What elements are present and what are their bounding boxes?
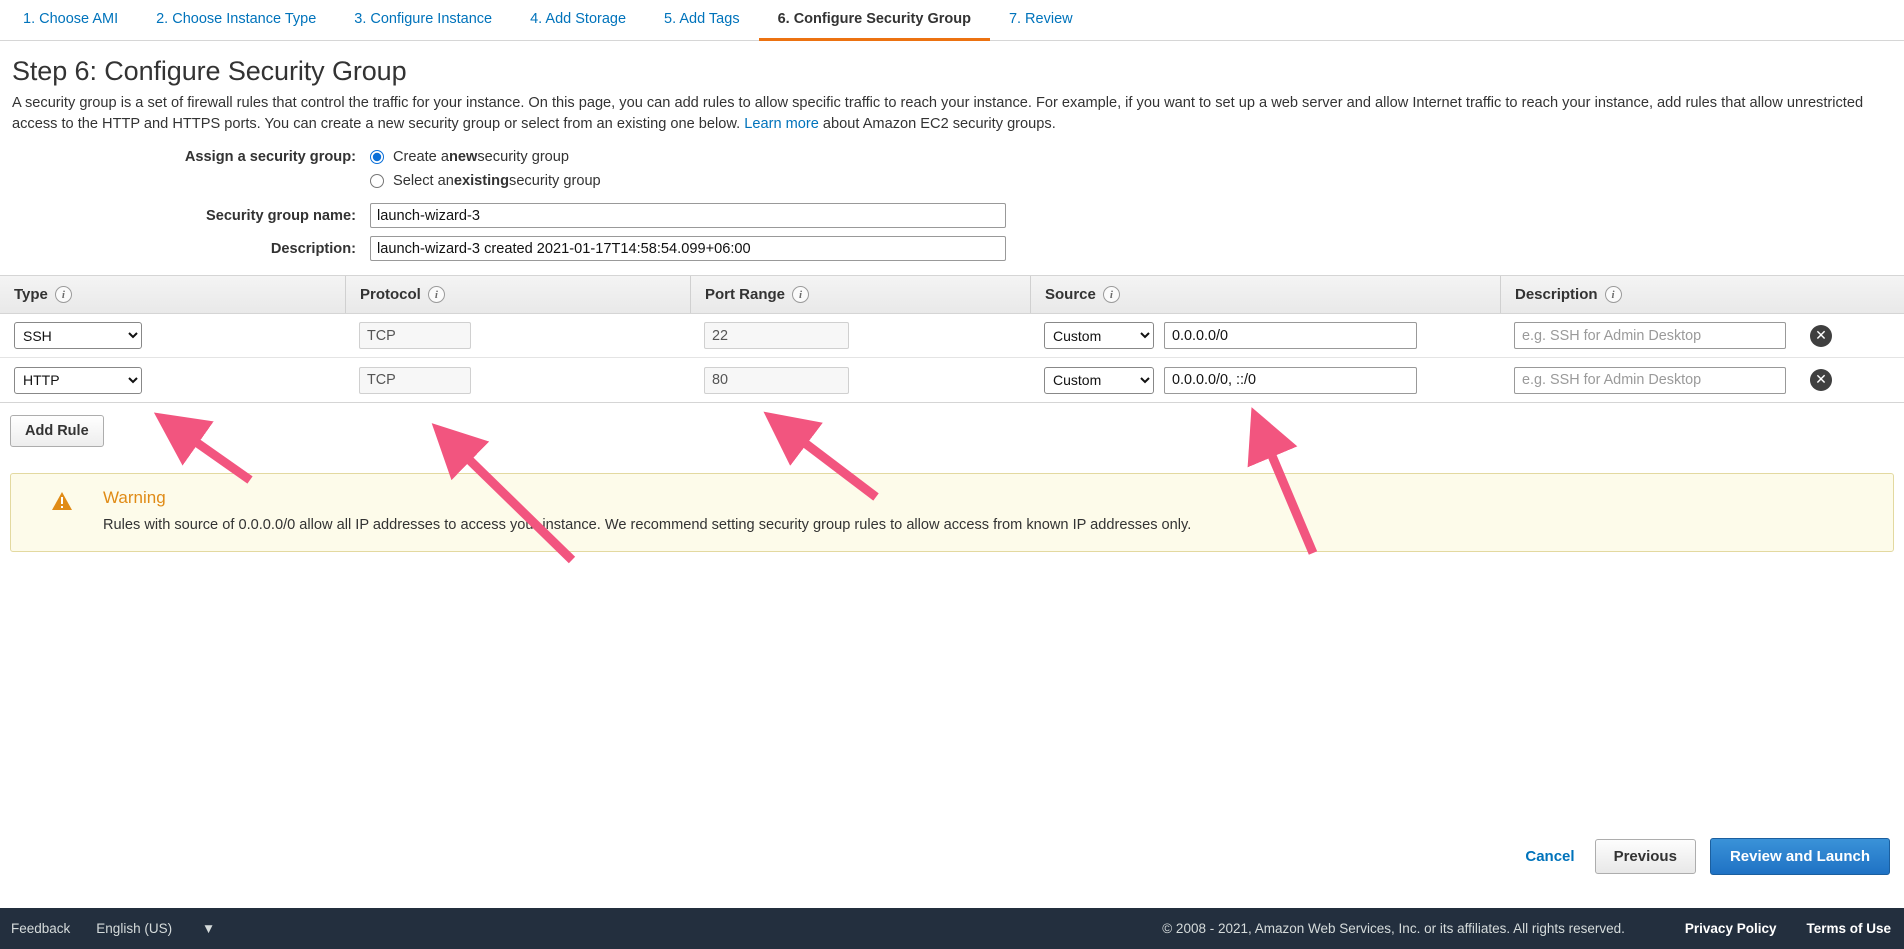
security-group-name-label: Security group name: bbox=[10, 208, 370, 224]
column-header-source: Source i bbox=[1030, 276, 1500, 313]
column-header-description-label: Description bbox=[1515, 286, 1598, 303]
warning-title: Warning bbox=[103, 488, 1191, 508]
info-icon[interactable]: i bbox=[792, 286, 809, 303]
rule-description-cell: ✕ bbox=[1500, 358, 1904, 402]
page-title: Step 6: Configure Security Group bbox=[12, 56, 1894, 87]
assign-security-group-label: Assign a security group: bbox=[10, 149, 370, 165]
security-group-name-input[interactable] bbox=[370, 203, 1006, 228]
add-rule-button[interactable]: Add Rule bbox=[10, 415, 104, 447]
language-selector[interactable]: English (US) ▼ bbox=[96, 921, 241, 936]
rule-description-input[interactable] bbox=[1514, 367, 1786, 394]
rule-type-cell: SSH bbox=[0, 314, 345, 357]
tab-choose-instance-type[interactable]: 2. Choose Instance Type bbox=[137, 0, 335, 41]
warning-banner: Warning Rules with source of 0.0.0.0/0 a… bbox=[10, 473, 1894, 552]
tab-review[interactable]: 7. Review bbox=[990, 0, 1092, 41]
rule-source-cell: Custom bbox=[1030, 314, 1500, 357]
radio-existing-pre: Select an bbox=[393, 173, 454, 189]
warning-text: Rules with source of 0.0.0.0/0 allow all… bbox=[103, 515, 1191, 535]
radio-create-new-pre: Create a bbox=[393, 149, 449, 165]
tab-choose-ami[interactable]: 1. Choose AMI bbox=[4, 0, 137, 41]
assign-security-group-row: Assign a security group: Create a new se… bbox=[10, 149, 1894, 165]
tab-label: 6. Configure Security Group bbox=[778, 11, 971, 27]
rule-source-select[interactable]: Custom bbox=[1044, 367, 1154, 394]
close-circle-icon[interactable]: ✕ bbox=[1810, 325, 1832, 347]
language-label: English (US) bbox=[96, 921, 172, 936]
tab-configure-instance[interactable]: 3. Configure Instance bbox=[335, 0, 511, 41]
tab-label: 4. Add Storage bbox=[530, 11, 626, 27]
rule-port-cell bbox=[690, 314, 1030, 357]
info-icon[interactable]: i bbox=[428, 286, 445, 303]
learn-more-link[interactable]: Learn more bbox=[744, 116, 819, 132]
radio-existing-bold: existing bbox=[454, 173, 509, 189]
rule-port-input bbox=[704, 367, 849, 394]
warning-triangle-icon bbox=[51, 491, 73, 511]
select-existing-security-group-row: Select an existing security group bbox=[10, 173, 1894, 189]
page-description-part2: about Amazon EC2 security groups. bbox=[819, 116, 1056, 132]
page-description: A security group is a set of firewall ru… bbox=[12, 93, 1894, 135]
table-header-row: Type i Protocol i Port Range i Source i … bbox=[0, 276, 1904, 314]
rule-protocol-input bbox=[359, 322, 471, 349]
rule-source-cell: Custom bbox=[1030, 358, 1500, 402]
rule-port-input bbox=[704, 322, 849, 349]
table-row: HTTP Custom ✕ bbox=[0, 358, 1904, 402]
info-icon[interactable]: i bbox=[55, 286, 72, 303]
rule-description-input[interactable] bbox=[1514, 322, 1786, 349]
rule-protocol-cell bbox=[345, 314, 690, 357]
terms-of-use-link[interactable]: Terms of Use bbox=[1806, 921, 1891, 936]
tab-add-tags[interactable]: 5. Add Tags bbox=[645, 0, 759, 41]
rule-protocol-cell bbox=[345, 358, 690, 402]
radio-create-new-security-group[interactable]: Create a new security group bbox=[370, 149, 569, 165]
action-bar: Cancel Previous Review and Launch bbox=[1525, 838, 1890, 875]
chevron-down-icon: ▼ bbox=[202, 921, 215, 936]
info-icon[interactable]: i bbox=[1103, 286, 1120, 303]
info-icon[interactable]: i bbox=[1605, 286, 1622, 303]
rule-type-select[interactable]: SSH bbox=[14, 322, 142, 349]
cancel-button[interactable]: Cancel bbox=[1525, 848, 1574, 865]
rule-source-value-input[interactable] bbox=[1164, 367, 1417, 394]
column-header-description: Description i bbox=[1500, 276, 1904, 313]
column-header-port-range-label: Port Range bbox=[705, 286, 785, 303]
column-header-port-range: Port Range i bbox=[690, 276, 1030, 313]
column-header-source-label: Source bbox=[1045, 286, 1096, 303]
tab-label: 7. Review bbox=[1009, 11, 1073, 27]
security-group-description-row: Description: bbox=[10, 236, 1894, 261]
column-header-type-label: Type bbox=[14, 286, 48, 303]
tab-label: 1. Choose AMI bbox=[23, 11, 118, 27]
tab-label: 3. Configure Instance bbox=[354, 11, 492, 27]
security-group-description-label: Description: bbox=[10, 241, 370, 257]
rule-protocol-input bbox=[359, 367, 471, 394]
close-circle-icon[interactable]: ✕ bbox=[1810, 369, 1832, 391]
radio-existing-post: security group bbox=[509, 173, 601, 189]
tab-configure-security-group[interactable]: 6. Configure Security Group bbox=[759, 0, 990, 41]
security-rules-table: Type i Protocol i Port Range i Source i … bbox=[0, 275, 1904, 403]
security-group-description-input[interactable] bbox=[370, 236, 1006, 261]
previous-button[interactable]: Previous bbox=[1595, 839, 1696, 874]
review-and-launch-button[interactable]: Review and Launch bbox=[1710, 838, 1890, 875]
wizard-tab-bar: 1. Choose AMI 2. Choose Instance Type 3.… bbox=[0, 0, 1904, 41]
copyright-text: © 2008 - 2021, Amazon Web Services, Inc.… bbox=[1162, 921, 1625, 936]
column-header-protocol: Protocol i bbox=[345, 276, 690, 313]
rule-description-cell: ✕ bbox=[1500, 314, 1904, 357]
rule-source-value-input[interactable] bbox=[1164, 322, 1417, 349]
table-row: SSH Custom ✕ bbox=[0, 314, 1904, 358]
radio-select-existing-security-group[interactable]: Select an existing security group bbox=[370, 173, 601, 189]
column-header-type: Type i bbox=[0, 276, 345, 313]
radio-create-new-post: security group bbox=[477, 149, 569, 165]
radio-create-new-input[interactable] bbox=[370, 150, 384, 164]
security-group-name-row: Security group name: bbox=[10, 203, 1894, 228]
tab-label: 2. Choose Instance Type bbox=[156, 11, 316, 27]
rule-source-select[interactable]: Custom bbox=[1044, 322, 1154, 349]
tab-add-storage[interactable]: 4. Add Storage bbox=[511, 0, 645, 41]
radio-create-new-bold: new bbox=[449, 149, 477, 165]
rule-type-cell: HTTP bbox=[0, 358, 345, 402]
rule-type-select[interactable]: HTTP bbox=[14, 367, 142, 394]
privacy-policy-link[interactable]: Privacy Policy bbox=[1685, 921, 1777, 936]
tab-label: 5. Add Tags bbox=[664, 11, 740, 27]
radio-select-existing-input[interactable] bbox=[370, 174, 384, 188]
footer-bar: Feedback English (US) ▼ © 2008 - 2021, A… bbox=[0, 908, 1904, 949]
rule-port-cell bbox=[690, 358, 1030, 402]
column-header-protocol-label: Protocol bbox=[360, 286, 421, 303]
feedback-link[interactable]: Feedback bbox=[11, 921, 70, 936]
